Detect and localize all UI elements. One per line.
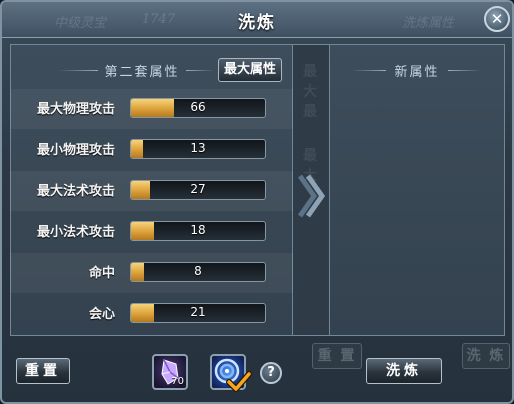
reset-button[interactable]: 重置 <box>16 358 70 384</box>
attr-bar: 21 <box>130 303 266 323</box>
max-attributes-button[interactable]: 最大属性 <box>218 58 282 82</box>
ghost-refine-button: 洗 炼 <box>462 343 510 369</box>
attr-bar: 66 <box>130 98 266 118</box>
ghost-label: 最大 <box>303 64 317 100</box>
ghost-reset-button: 重 置 <box>312 343 362 369</box>
header-ornament-left <box>58 70 98 71</box>
new-attributes-header: 新属性 <box>394 65 440 80</box>
attr-label: 最小法术攻击 <box>36 225 115 240</box>
window-title: 洗炼 <box>238 13 276 33</box>
attr-row-0: 最大物理攻击 66 <box>10 89 293 129</box>
attr-label: 命中 <box>88 266 115 281</box>
attr-row-3: 最小法术攻击 18 <box>10 212 293 252</box>
checkmark-icon <box>226 370 252 394</box>
attr-row-4: 命中 8 <box>10 253 293 293</box>
new-attributes-panel <box>329 44 505 336</box>
close-icon: ✕ <box>490 9 504 28</box>
title-bar: 中级灵宝 1747 洗炼属性 洗炼 <box>2 2 512 38</box>
ghost-label: 最 <box>303 104 317 120</box>
item-count: 70 <box>171 376 184 387</box>
attr-label: 最大法术攻击 <box>36 184 115 199</box>
refine-window: 中级灵宝 1747 洗炼属性 洗炼 ✕ 第二套属性 最大属性 最大物理攻击 66… <box>0 0 514 404</box>
attr-value: 13 <box>190 141 206 155</box>
attr-label: 最大物理攻击 <box>36 102 115 117</box>
attr-row-1: 最小物理攻击 13 <box>10 130 293 170</box>
refine-button[interactable]: 洗炼 <box>366 358 442 384</box>
attr-row-5: 会心 21 <box>10 294 293 334</box>
attr-value: 21 <box>190 305 206 319</box>
header-ornament-right <box>186 70 214 71</box>
attr-bar: 8 <box>130 262 266 282</box>
header-ornament-right <box>448 70 482 71</box>
attr-value: 27 <box>190 182 206 196</box>
close-button[interactable]: ✕ <box>484 6 510 32</box>
attr-value: 18 <box>190 223 206 237</box>
attr-label: 会心 <box>88 307 115 322</box>
item-slot-crystal[interactable]: 70 <box>152 354 188 390</box>
attr-bar: 13 <box>130 139 266 159</box>
attr-value: 8 <box>194 264 202 278</box>
attr-bar: 18 <box>130 221 266 241</box>
attr-label: 最小物理攻击 <box>36 143 115 158</box>
help-icon[interactable]: ? <box>260 362 282 384</box>
attr-row-2: 最大法术攻击 27 <box>10 171 293 211</box>
chevron-right-icon <box>296 174 326 218</box>
attr-bar: 27 <box>130 180 266 200</box>
header-ornament-left <box>352 70 386 71</box>
attr-value: 66 <box>190 100 206 114</box>
current-attributes-header: 第二套属性 <box>104 65 180 80</box>
